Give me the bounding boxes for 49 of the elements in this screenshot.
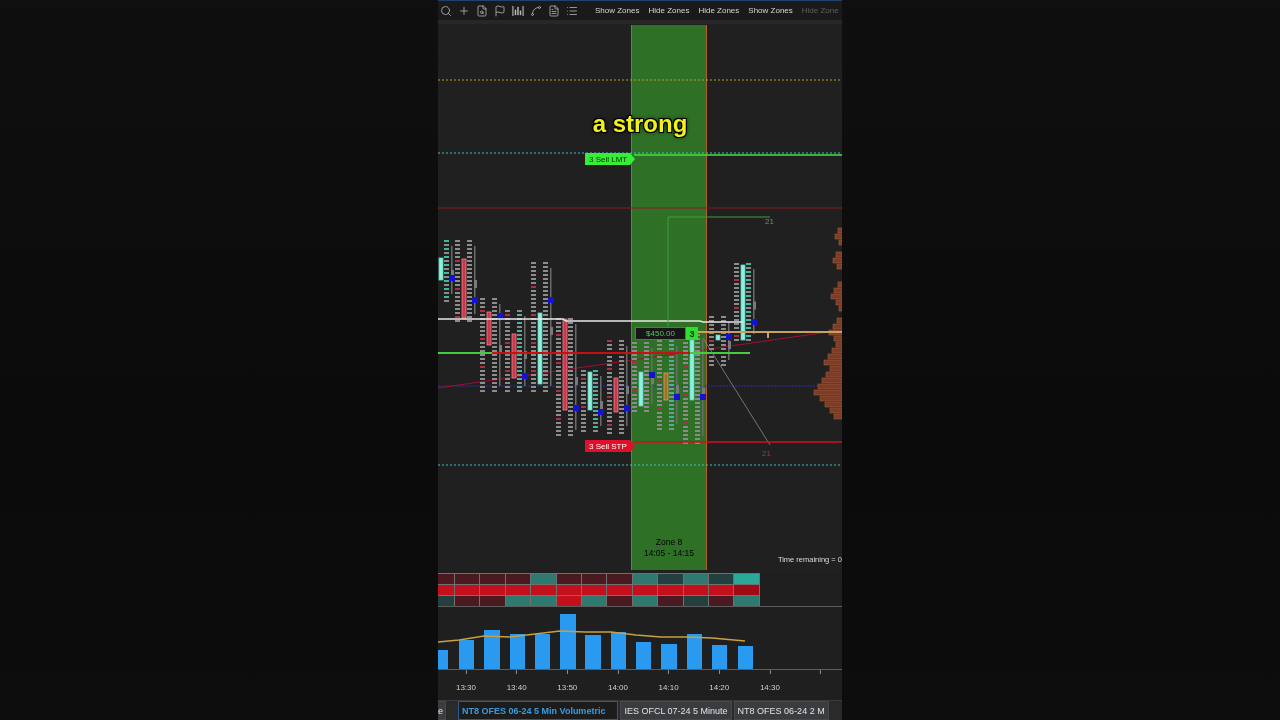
volume-bar xyxy=(687,634,702,669)
footprint-column xyxy=(709,316,732,366)
axis-label: 14:10 xyxy=(658,683,679,693)
profit-label: $450.00 xyxy=(635,327,686,340)
bracket-label: 21 xyxy=(762,449,771,458)
volume-bar xyxy=(712,645,727,669)
search-icon[interactable] xyxy=(440,4,452,17)
zones-button[interactable]: Show Zones xyxy=(745,2,796,19)
zone-time-range: 14:05 - 14:15 xyxy=(643,548,695,558)
volume-bar xyxy=(438,650,448,669)
document-search-icon[interactable] xyxy=(476,4,488,17)
axis-label: 13:50 xyxy=(557,683,578,693)
volume-bar xyxy=(535,634,550,669)
zones-button[interactable]: Hide Zones xyxy=(645,2,693,19)
axis-label: 13:30 xyxy=(455,683,476,693)
axis-label: 14:00 xyxy=(607,683,628,693)
chart-tab[interactable]: e xyxy=(438,701,446,720)
quantity-label[interactable]: 3 xyxy=(686,327,698,340)
volume-bar xyxy=(459,640,474,669)
line-chart-icon[interactable] xyxy=(530,4,542,17)
crosshair-icon[interactable] xyxy=(458,4,470,17)
volume-bar xyxy=(611,632,626,669)
volume-bar xyxy=(510,634,525,669)
zone-title: Zone 8 xyxy=(655,537,683,547)
volume-bar xyxy=(738,646,753,669)
chart-tab[interactable]: IES OFCL 07-24 5 Minute xyxy=(620,701,732,720)
footprint-column xyxy=(581,370,604,432)
volume-bar xyxy=(560,614,576,669)
zones-button[interactable]: Hide Zones xyxy=(695,2,743,19)
video-caption: a strong xyxy=(592,110,688,138)
zones-button[interactable]: Show Zones xyxy=(592,2,643,19)
volume-bar xyxy=(661,644,677,669)
volume-bar xyxy=(636,642,651,669)
document-icon[interactable] xyxy=(548,4,560,17)
order-tag[interactable]: 3 Sell LMT xyxy=(585,153,635,165)
axis-label: 14:30 xyxy=(759,683,780,693)
chart-tab[interactable]: NT8 OFES 06-24 2 M xyxy=(733,701,829,720)
list-icon[interactable] xyxy=(566,4,578,17)
volume-bar xyxy=(585,635,601,669)
flag-icon[interactable] xyxy=(494,4,506,17)
order-tag[interactable]: 3 Sell STP xyxy=(585,440,635,452)
bracket-label: 21 xyxy=(765,217,774,226)
footprint-column xyxy=(632,342,655,412)
footprint-column xyxy=(438,240,455,302)
volume-bar xyxy=(484,630,500,669)
axis-label: 14:20 xyxy=(709,683,730,693)
chart-tab[interactable]: NT8 OFES 06-24 5 Min Volumetric xyxy=(458,701,619,720)
bar-chart-icon[interactable] xyxy=(512,4,524,17)
axis-label: 13:40 xyxy=(506,683,527,693)
